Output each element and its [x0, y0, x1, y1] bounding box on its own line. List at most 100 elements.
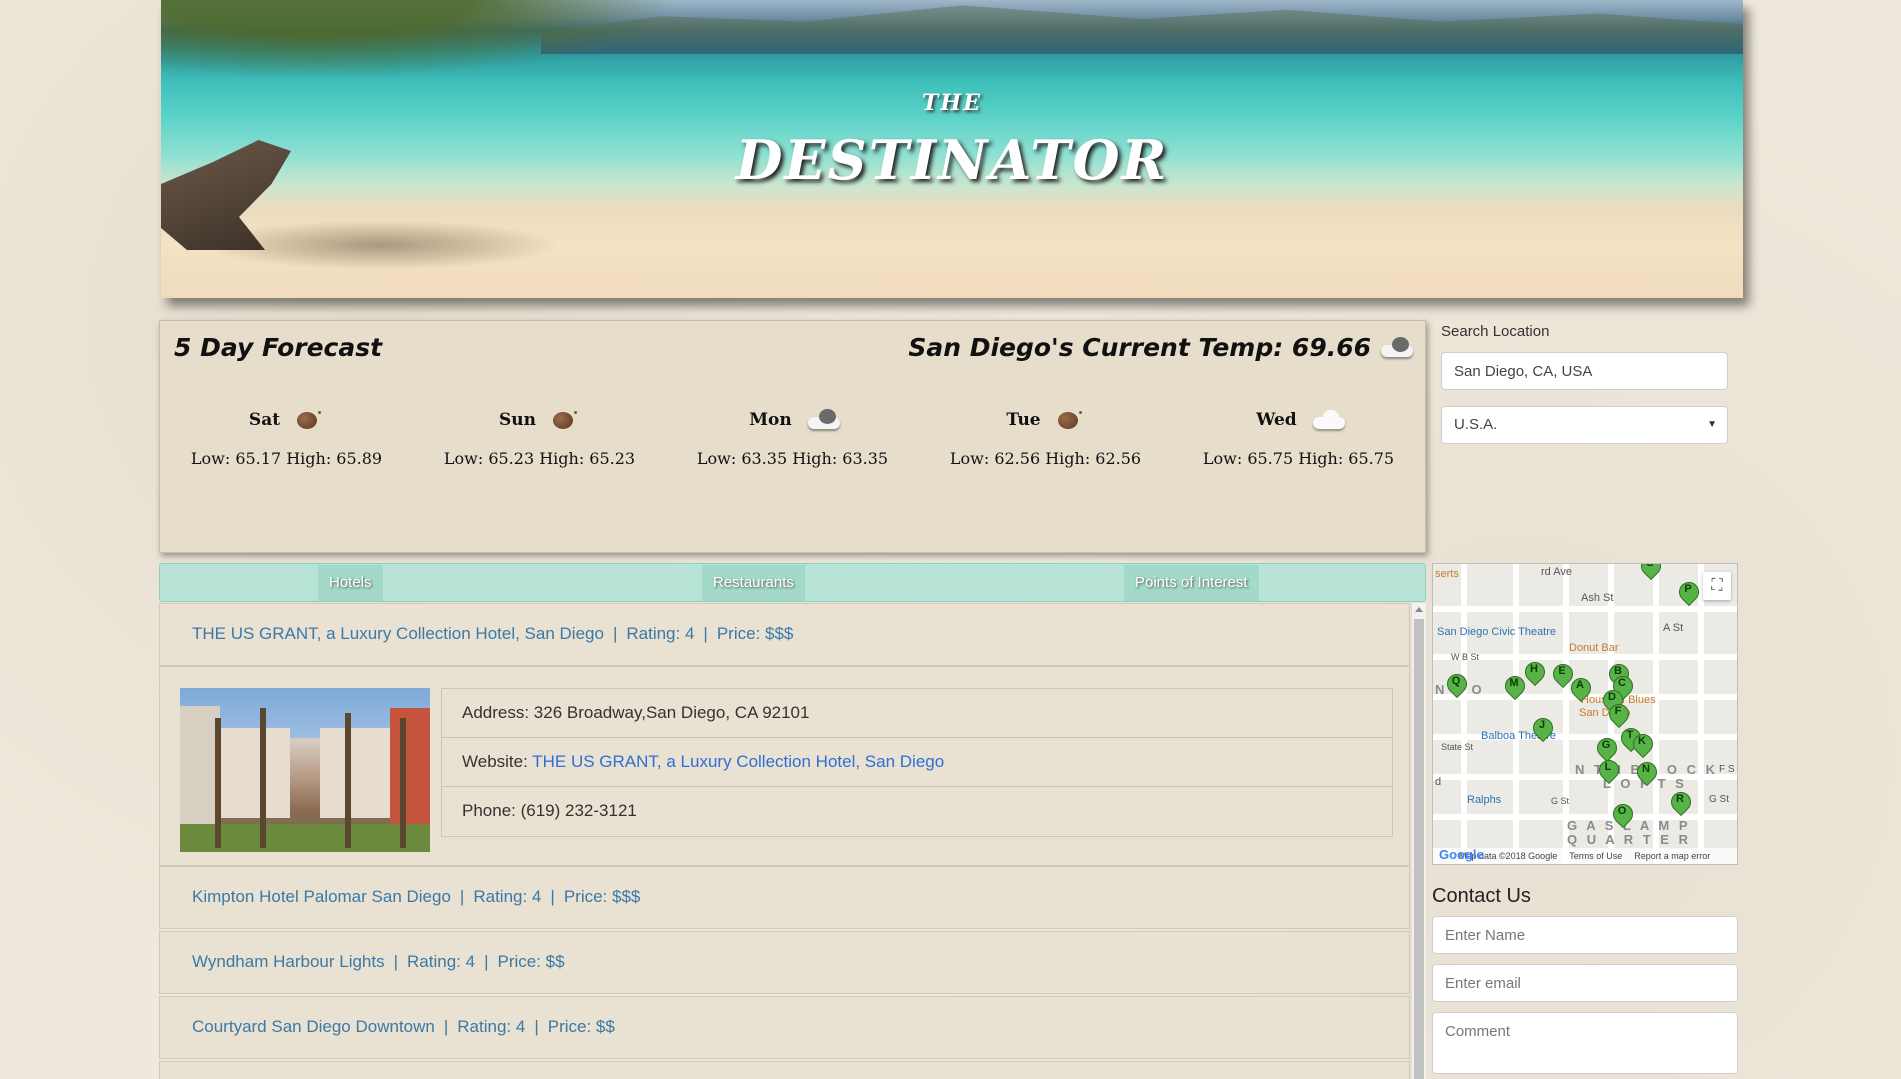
map-label: State St [1441, 742, 1474, 752]
result-name: THE US GRANT, a Luxury Collection Hotel,… [192, 624, 604, 643]
list-item[interactable]: Wyndham Harbour Lights | Rating: 4 | Price: … [159, 931, 1410, 994]
map-pin[interactable]: J [1533, 718, 1551, 744]
day-name: Sat [248, 410, 281, 430]
map-label: Donut Bar [1569, 642, 1619, 654]
map-pin[interactable]: A [1571, 678, 1589, 704]
map-label: Ralphs [1467, 794, 1502, 806]
forecast-days: Sat Low: 65.17 High: 65.89 Sun Low: 65.2… [160, 409, 1425, 468]
result-price: Price: $$ [547, 1017, 615, 1036]
tab-hotels[interactable]: Hotels [318, 565, 383, 601]
map-label: d [1435, 776, 1442, 788]
coconut-icon [1055, 409, 1085, 431]
country-select-value: U.S.A. [1454, 416, 1498, 433]
result-price: Price: $$$ [563, 887, 641, 906]
map-pin[interactable]: L [1599, 760, 1617, 786]
result-rating: Rating: 4 [626, 624, 695, 643]
map-label: G St [1709, 794, 1730, 805]
result-price: Price: $$$ [716, 624, 794, 643]
map-label: G St [1551, 796, 1570, 806]
coconut-icon [294, 409, 324, 431]
website-link[interactable]: THE US GRANT, a Luxury Collection Hotel,… [532, 752, 944, 771]
map-label: Q U A R T E R [1567, 832, 1691, 847]
day-range: Low: 65.17 High: 65.89 [190, 449, 383, 468]
map[interactable]: serts rd Ave Ash St A St San Diego Civic… [1432, 563, 1738, 865]
day-name: Tue [1006, 410, 1041, 430]
banner-the: THE [922, 90, 982, 116]
tab-points-of-interest[interactable]: Points of Interest [1124, 565, 1259, 601]
map-pin[interactable]: P [1679, 582, 1697, 608]
map-pin[interactable]: K [1633, 734, 1651, 760]
map-pin[interactable]: Q [1447, 674, 1465, 700]
day-name: Sun [499, 410, 536, 430]
site-title: DESTINATOR [735, 128, 1169, 192]
day-range: Low: 62.56 High: 62.56 [949, 449, 1142, 468]
map-pin[interactable]: N [1637, 762, 1655, 788]
day-range: Low: 65.75 High: 65.75 [1202, 449, 1395, 468]
map-label: Ash St [1581, 592, 1614, 604]
map-label: W B St [1451, 652, 1480, 662]
forecast-day: Tue Low: 62.56 High: 62.56 [919, 409, 1172, 468]
map-pin[interactable]: F [1609, 704, 1627, 730]
result-name: Kimpton Hotel Palomar San Diego [192, 887, 451, 906]
map-pin[interactable]: E [1553, 664, 1571, 690]
forecast-day: Wed Low: 65.75 High: 65.75 [1172, 409, 1425, 468]
hotel-photo [180, 688, 430, 852]
list-item[interactable]: Kimpton Hotel Palomar San Diego | Rating: … [159, 866, 1410, 929]
day-name: Mon [749, 410, 792, 430]
detail-website: Website: THE US GRANT, a Luxury Collecti… [442, 738, 1392, 787]
map-pin[interactable]: M [1505, 676, 1523, 702]
detail-info: Address: 326 Broadway,San Diego, CA 9210… [441, 688, 1393, 837]
category-tabs: Hotels Restaurants Points of Interest [159, 563, 1426, 602]
results-list: THE US GRANT, a Luxury Collection Hotel,… [159, 603, 1410, 1079]
scroll-up-icon[interactable] [1415, 607, 1423, 612]
cloud-icon [806, 409, 840, 431]
scroll-thumb[interactable] [1414, 619, 1424, 1079]
current-temp: San Diego's Current Temp: 69.66 [908, 333, 1413, 362]
detail-phone: Phone: (619) 232-3121 [462, 801, 637, 820]
search-label: Search Location [1441, 323, 1550, 340]
forecast-day: Mon Low: 63.35 High: 63.35 [666, 409, 919, 468]
tab-restaurants[interactable]: Restaurants [702, 565, 805, 601]
results-scrollbar[interactable] [1411, 603, 1426, 1079]
forecast-heading: 5 Day Forecast [174, 333, 383, 362]
result-name: Courtyard San Diego Downtown [192, 1017, 435, 1036]
tree-graphic [161, 0, 681, 80]
cloud-icon [1379, 336, 1413, 359]
current-temp-text: San Diego's Current Temp: 69.66 [908, 333, 1371, 362]
forecast-panel: 5 Day Forecast San Diego's Current Temp:… [159, 320, 1426, 553]
map-pin[interactable]: S [1641, 564, 1659, 582]
day-range: Low: 65.23 High: 65.23 [443, 449, 636, 468]
list-item[interactable] [159, 1061, 1410, 1079]
map-label: San Diego Civic Theatre [1437, 626, 1557, 638]
map-label: rd Ave [1541, 566, 1572, 578]
result-rating: Rating: 4 [407, 952, 476, 971]
google-logo: Google [1439, 847, 1484, 862]
day-range: Low: 63.35 High: 63.35 [696, 449, 889, 468]
country-select[interactable]: U.S.A. ▼ [1441, 406, 1728, 444]
search-location-input[interactable] [1441, 352, 1728, 390]
result-rating: Rating: 4 [473, 887, 542, 906]
email-field[interactable] [1432, 964, 1738, 1002]
day-name: Wed [1256, 410, 1297, 430]
cloud-icon [1311, 409, 1345, 431]
map-label: serts [1435, 568, 1459, 580]
map-pin[interactable]: R [1671, 792, 1689, 818]
result-rating: Rating: 4 [457, 1017, 526, 1036]
result-price: Price: $$ [497, 952, 565, 971]
map-pin[interactable]: O [1613, 804, 1631, 830]
result-name: Wyndham Harbour Lights [192, 952, 385, 971]
map-pin[interactable]: H [1525, 662, 1543, 688]
forecast-day: Sun Low: 65.23 High: 65.23 [413, 409, 666, 468]
forecast-day: Sat Low: 65.17 High: 65.89 [160, 409, 413, 468]
map-label: F S [1719, 764, 1735, 775]
map-label: A St [1663, 622, 1684, 634]
contact-title: Contact Us [1432, 885, 1531, 907]
fullscreen-icon[interactable]: ⛶ [1703, 572, 1731, 600]
name-field[interactable] [1432, 916, 1738, 954]
detail-address: Address: 326 Broadway,San Diego, CA 9210… [442, 689, 1392, 738]
list-item[interactable]: THE US GRANT, a Luxury Collection Hotel,… [159, 603, 1410, 666]
coconut-icon [550, 409, 580, 431]
list-item[interactable]: Courtyard San Diego Downtown | Rating: 4 | P… [159, 996, 1410, 1059]
header-banner: THE DESTINATOR [161, 0, 1743, 298]
comment-field[interactable] [1432, 1012, 1738, 1074]
